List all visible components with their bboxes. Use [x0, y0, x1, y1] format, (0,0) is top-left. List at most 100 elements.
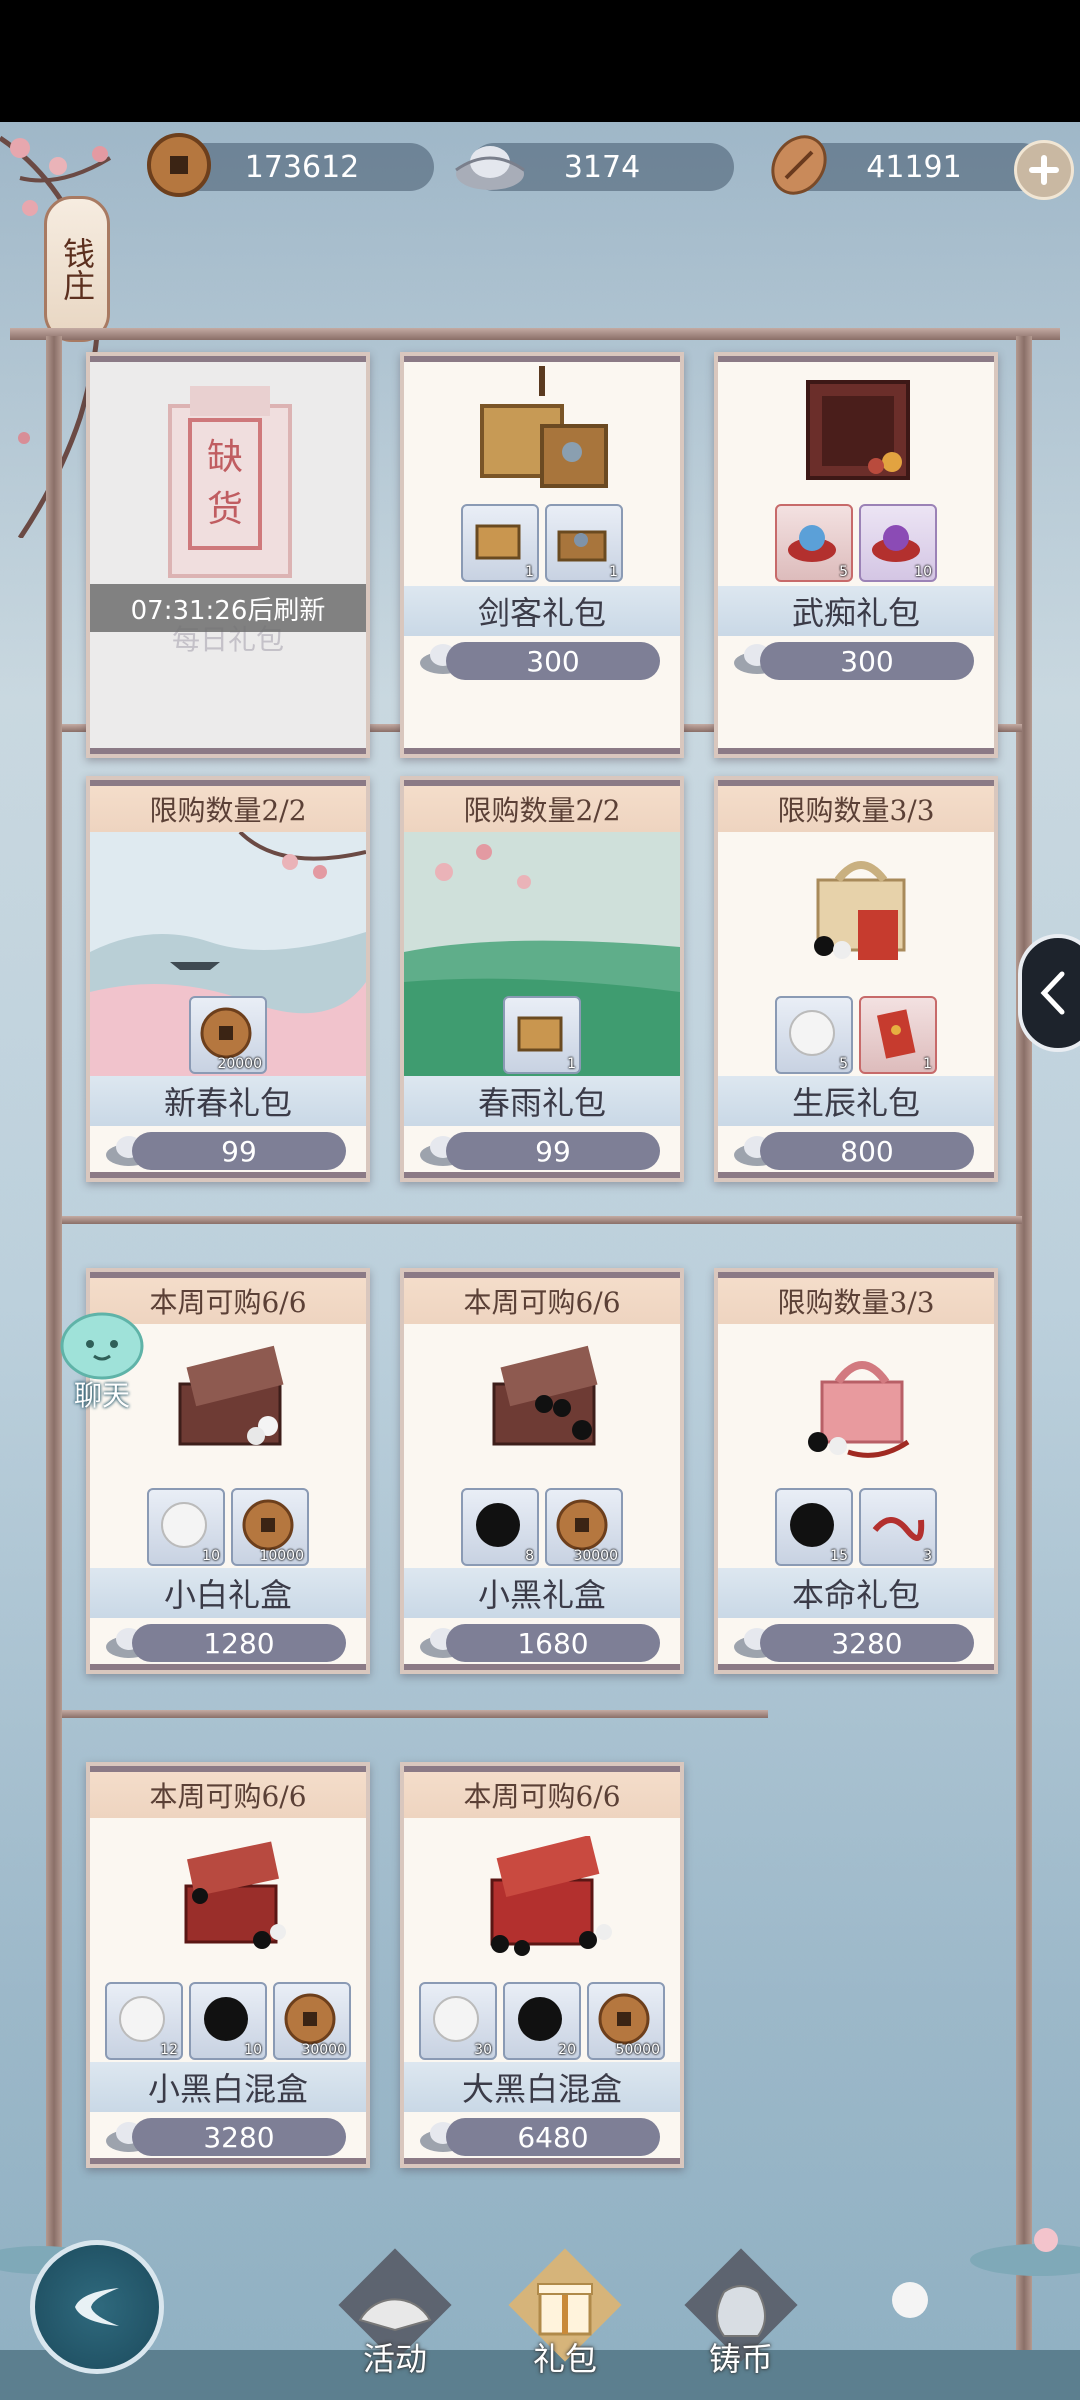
white-stone-icon[interactable]: 12	[105, 1982, 183, 2060]
black-stone-icon[interactable]: 15	[775, 1488, 853, 1566]
copper-coin-icon[interactable]: 50000	[587, 1982, 665, 2060]
copper-coin-icon	[147, 133, 211, 197]
gift-card[interactable]: 限购数量2/2 1 春雨礼包 99	[400, 776, 684, 1182]
item-count: 10000	[259, 1548, 304, 1564]
item-row: 30 20 50000	[404, 1982, 680, 2060]
copper-coin-icon[interactable]: 30000	[545, 1488, 623, 1566]
gift-price: 3280	[760, 1624, 974, 1662]
chest-icon[interactable]: 1	[503, 996, 581, 1074]
refresh-timer: 07:31:26后刷新	[90, 584, 366, 632]
white-stone-icon[interactable]: 5	[775, 996, 853, 1074]
white-stone-icon[interactable]: 30	[419, 1982, 497, 2060]
item-count: 10	[914, 564, 932, 580]
scroll-roller	[404, 356, 680, 362]
gift-card[interactable]: 限购数量3/3 15 3 本命礼包 3280	[714, 1268, 998, 1674]
gift-name: 生辰礼包	[718, 1076, 994, 1126]
item-row: 1	[404, 996, 680, 1074]
sold-out-stamp: 缺货	[188, 418, 262, 550]
item-row: 15 3	[718, 1488, 994, 1566]
copper-coin-icon[interactable]: 20000	[189, 996, 267, 1074]
copper-coin-icon[interactable]: 10000	[231, 1488, 309, 1566]
chest-icon[interactable]: 1	[461, 504, 539, 582]
item-count: 1	[567, 1056, 576, 1072]
back-button[interactable]	[30, 2240, 164, 2374]
bundle-art	[814, 861, 906, 960]
frame-right-pole	[1016, 336, 1032, 2400]
gift-card[interactable]: 限购数量3/3 5 1 生辰礼包 800	[714, 776, 998, 1182]
scroll-roller	[90, 1766, 366, 1772]
scroll-roller	[404, 1664, 680, 1670]
chat-label: 聊天	[73, 1379, 130, 1412]
tab-gift[interactable]: 礼包	[500, 2240, 630, 2378]
back-arrow-icon	[75, 2288, 119, 2326]
item-count: 30	[474, 2042, 492, 2058]
gift-name: 小白礼盒	[90, 1568, 366, 1618]
item-count: 50000	[615, 2042, 660, 2058]
item-count: 1	[525, 564, 534, 580]
large-mixed-box-art	[490, 1836, 612, 1956]
item-count: 5	[839, 1056, 848, 1072]
item-count: 1	[923, 1056, 932, 1072]
scroll-roller	[718, 748, 994, 754]
scroll-roller	[404, 1272, 680, 1278]
item-count: 30000	[301, 2042, 346, 2058]
item-row: 10 10000	[90, 1488, 366, 1566]
black-stone-icon[interactable]: 10	[189, 1982, 267, 2060]
tab-mint[interactable]: 铸币	[676, 2240, 806, 2378]
scroll-roller	[718, 356, 994, 362]
gift-card[interactable]: 本周可购6/6 8 30000 小黑礼盒 1680	[400, 1268, 684, 1674]
gift-name: 新春礼包	[90, 1076, 366, 1126]
copper-amount: 173612	[244, 149, 360, 185]
silver-ingot-icon	[455, 146, 525, 190]
status-bar	[0, 0, 1080, 122]
gift-price: 800	[760, 1132, 974, 1170]
pink-bundle-art	[808, 1361, 910, 1458]
item-count: 20000	[217, 1056, 262, 1072]
red-envelope-icon[interactable]: 1	[859, 996, 937, 1074]
item-row: 8 30000	[404, 1488, 680, 1566]
item-count: 12	[160, 2042, 178, 2058]
item-count: 5	[839, 564, 848, 580]
purple-orb-icon[interactable]: 10	[859, 504, 937, 582]
copper-coin-icon[interactable]: 30000	[273, 1982, 351, 2060]
item-count: 15	[830, 1548, 848, 1564]
white-box-art	[178, 1345, 284, 1446]
red-cord-icon[interactable]: 3	[859, 1488, 937, 1566]
item-count: 3	[923, 1548, 932, 1564]
mixed-box-art	[184, 1841, 286, 1949]
white-stone-icon[interactable]: 10	[147, 1488, 225, 1566]
item-count: 8	[525, 1548, 534, 1564]
gift-card[interactable]: 本周可购6/6 30 20 50000 大黑白混盒 6480	[400, 1762, 684, 2168]
scroll-roller	[718, 1664, 994, 1670]
item-row: 5 10	[718, 504, 994, 582]
item-row: 5 1	[718, 996, 994, 1074]
black-stone-icon[interactable]: 20	[503, 1982, 581, 2060]
side-panel-toggle[interactable]	[1018, 934, 1080, 1052]
gift-price: 1680	[446, 1624, 660, 1662]
gift-name: 小黑白混盒	[90, 2062, 366, 2112]
tab-activity[interactable]: 活动	[330, 2240, 460, 2378]
item-count: 10	[202, 1548, 220, 1564]
purchase-limit: 本周可购6/6	[404, 1772, 680, 1818]
scroll-roller	[90, 1664, 366, 1670]
tab-gift-label: 礼包	[532, 2340, 597, 2378]
gift-card[interactable]: 限购数量2/2 20000 新春礼包 99	[86, 776, 370, 1182]
daily-gift-card[interactable]: 缺货 每日礼包 07:31:26后刷新	[86, 352, 370, 758]
gift-price: 99	[132, 1132, 346, 1170]
black-stone-icon[interactable]: 8	[461, 1488, 539, 1566]
blue-orb-icon[interactable]: 5	[775, 504, 853, 582]
scroll-roller	[90, 1172, 366, 1178]
scroll-roller	[90, 356, 366, 362]
gift-name: 春雨礼包	[404, 1076, 680, 1126]
silver-amount: 3174	[563, 149, 641, 185]
open-chest-icon[interactable]: 1	[545, 504, 623, 582]
item-count: 10	[244, 2042, 262, 2058]
item-count: 1	[609, 564, 618, 580]
shelf-beam-2	[62, 1216, 1022, 1224]
gift-name: 小黑礼盒	[404, 1568, 680, 1618]
gift-card[interactable]: 1 1 剑客礼包 300	[400, 352, 684, 758]
gift-card[interactable]: 本周可购6/6 12 10 30000 小黑白混盒 3280	[86, 1762, 370, 2168]
add-currency-button[interactable]	[1014, 140, 1074, 200]
gift-card[interactable]: 5 10 武痴礼包 300	[714, 352, 998, 758]
chat-button[interactable]: 聊天	[52, 1308, 152, 1412]
